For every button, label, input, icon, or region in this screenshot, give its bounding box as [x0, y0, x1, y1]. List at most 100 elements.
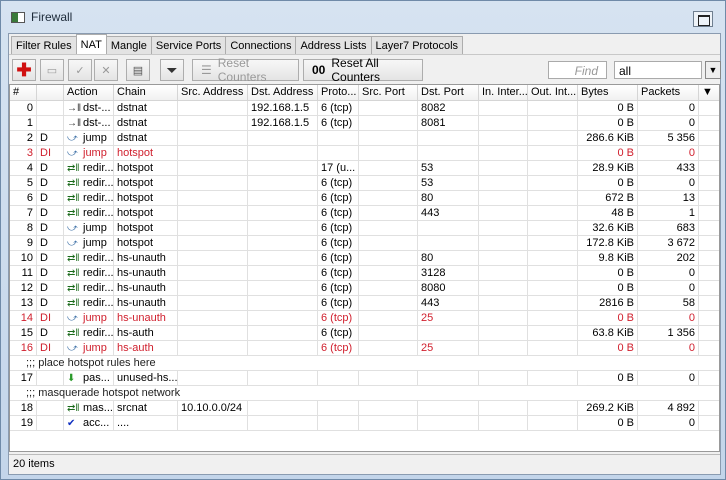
column-header[interactable]: Out. Int... [528, 85, 578, 100]
table-row[interactable]: 9 D ⤻ jump hotspot 6 (tcp) 172.8 KiB 3 672 [10, 236, 719, 251]
table-row[interactable]: 4 D ⇄‖ redir... hotspot 17 (u... 53 28.9 KiB 433 [10, 161, 719, 176]
column-header[interactable]: Src. Address [178, 85, 248, 100]
cell-bytes: 0 B [578, 101, 638, 115]
table-row[interactable]: 7 D ⇄‖ redir... hotspot 6 (tcp) 443 48 B1 [10, 206, 719, 221]
reset-counters-label: Reset Counters [217, 56, 267, 84]
cell-flags [37, 101, 64, 115]
table-row[interactable]: 10 D ⇄‖ redir... hs-unauth 6 (tcp) 80 9.8 KiB 20… [10, 251, 719, 266]
table-row[interactable]: 2 D ⤻ jump dstnat 286.6 KiB 5 356 [10, 131, 719, 146]
table-row[interactable]: 16 DI ⤻ jump hs-auth 6 (tcp) 25 0 B0 [10, 341, 719, 356]
table-row[interactable]: 19 ✔ acc....... 0 B0 [10, 416, 719, 431]
cell-dst [248, 236, 318, 250]
table-row[interactable]: 14 DI ⤻ jump hs-unauth 6 (tcp) 25 0 B0 [10, 311, 719, 326]
tab-service-ports[interactable]: Service Ports [150, 36, 227, 54]
cell-dport: 443 [418, 206, 479, 220]
tab-nat[interactable]: NAT [75, 34, 107, 54]
table-row[interactable]: 5 D ⇄‖ redir... hotspot 6 (tcp) 53 0 B0 [10, 176, 719, 191]
cell-chain: dstnat [114, 131, 178, 145]
action-label: jump [83, 222, 107, 234]
cell-proto: 6 (tcp) [318, 251, 359, 265]
table-row[interactable]: 0 →‖ dst-... dstnat 192.168.1.5 6 (tcp) 8082 0 … [10, 101, 719, 116]
tab-mangle[interactable]: Mangle [105, 36, 152, 54]
column-header[interactable]: Bytes [578, 85, 638, 100]
table-row[interactable]: 1 →‖ dst-... dstnat 192.168.1.5 6 (tcp) 8081 0 … [10, 116, 719, 131]
cell-proto: 6 (tcp) [318, 101, 359, 115]
find-input[interactable]: Find [548, 61, 607, 79]
cell-packets: 1 356 [638, 326, 699, 340]
cell-dport [418, 371, 479, 385]
table-row[interactable]: 18 ⇄‖ mas... srcnat 10.10.0.0/24 269.2 KiB 4 8… [10, 401, 719, 416]
cell-dst [248, 176, 318, 190]
cell-num: 17 [10, 371, 37, 385]
maximize-button[interactable] [693, 11, 713, 27]
column-header[interactable] [37, 85, 64, 100]
cell-dst [248, 341, 318, 355]
cell-dport [418, 416, 479, 430]
tab-filter-rules[interactable]: Filter Rules [11, 36, 77, 54]
table-row[interactable]: 8 D ⤻ jump hotspot 6 (tcp) 32.6 KiB 683 [10, 221, 719, 236]
column-header[interactable]: Dst. Address [248, 85, 318, 100]
table-row[interactable]: 15 D ⇄‖ redir... hs-auth 6 (tcp) 63.8 KiB 1 356 [10, 326, 719, 341]
cell-in [479, 191, 528, 205]
cell-out [528, 176, 578, 190]
column-header[interactable]: Proto... [318, 85, 359, 100]
tab-address-lists[interactable]: Address Lists [295, 36, 372, 54]
enable-button[interactable]: ✓ [68, 59, 92, 81]
comment-button[interactable]: ▤ [126, 59, 150, 81]
action-label: redir... [83, 267, 114, 279]
table-row[interactable]: 17 ⬇ pas... unused-hs... 0 B0 [10, 371, 719, 386]
tab-layer7-protocols[interactable]: Layer7 Protocols [370, 36, 464, 54]
column-header[interactable]: Dst. Port [418, 85, 479, 100]
cell-dport [418, 221, 479, 235]
column-header[interactable]: Action [64, 85, 114, 100]
cell-action: →‖ dst-... [64, 116, 114, 130]
cell-dst [248, 266, 318, 280]
column-menu-icon[interactable]: ▼ [699, 85, 719, 100]
add-button[interactable]: ✚ [12, 59, 36, 81]
cell-flags: D [37, 176, 64, 190]
table-row[interactable]: 11 D ⇄‖ redir... hs-unauth 6 (tcp) 3128 0 B0 [10, 266, 719, 281]
cell-proto: 17 (u... [318, 161, 359, 175]
cell-sport [359, 191, 418, 205]
redirect-icon: ⇄‖ [67, 403, 80, 414]
cell-in [479, 206, 528, 220]
tab-connections[interactable]: Connections [225, 36, 297, 54]
cell-chain: hs-unauth [114, 266, 178, 280]
cell-dst [248, 296, 318, 310]
cell-num: 14 [10, 311, 37, 325]
cell-out [528, 341, 578, 355]
cell-dport: 53 [418, 161, 479, 175]
cell-num: 12 [10, 281, 37, 295]
column-header[interactable]: In. Inter... [479, 85, 528, 100]
cell-proto: 6 (tcp) [318, 191, 359, 205]
cell-chain: .... [114, 416, 178, 430]
dropdown-arrow-icon[interactable]: ▼ [705, 61, 721, 79]
column-header[interactable]: Packets [638, 85, 699, 100]
cell-out [528, 191, 578, 205]
cell-in [479, 266, 528, 280]
cell-flags: D [37, 266, 64, 280]
cell-action: ⇄‖ redir... [64, 251, 114, 265]
column-header[interactable]: Chain [114, 85, 178, 100]
disable-button[interactable]: ✕ [94, 59, 118, 81]
remove-button[interactable]: ▭ [40, 59, 64, 81]
table-row[interactable]: 12 D ⇄‖ redir... hs-unauth 6 (tcp) 8080 0 B0 [10, 281, 719, 296]
table-row[interactable]: 3 DI ⤻ jump hotspot 0 B0 [10, 146, 719, 161]
table-row[interactable]: 6 D ⇄‖ redir... hotspot 6 (tcp) 80 672 B 13 [10, 191, 719, 206]
cell-num: 13 [10, 296, 37, 310]
reset-counters-button[interactable]: ☰ Reset Counters [192, 56, 299, 84]
cell-packets: 1 [638, 206, 699, 220]
filter-select[interactable]: all [614, 61, 702, 79]
column-header[interactable]: # [10, 85, 37, 100]
redirect-icon: ⇄‖ [67, 283, 80, 294]
reset-all-counters-button[interactable]: 00 Reset All Counters [303, 56, 423, 84]
cell-dport: 80 [418, 251, 479, 265]
action-label: jump [83, 147, 107, 159]
jump-icon: ⤻ [67, 343, 78, 354]
cell-src [178, 281, 248, 295]
table-row[interactable]: 13 D ⇄‖ redir... hs-unauth 6 (tcp) 443 2816 B 58 [10, 296, 719, 311]
column-header[interactable]: Src. Port [359, 85, 418, 100]
filter-icon[interactable]: ⏷ [160, 59, 184, 81]
cell-dst [248, 326, 318, 340]
cell-chain: hs-unauth [114, 296, 178, 310]
